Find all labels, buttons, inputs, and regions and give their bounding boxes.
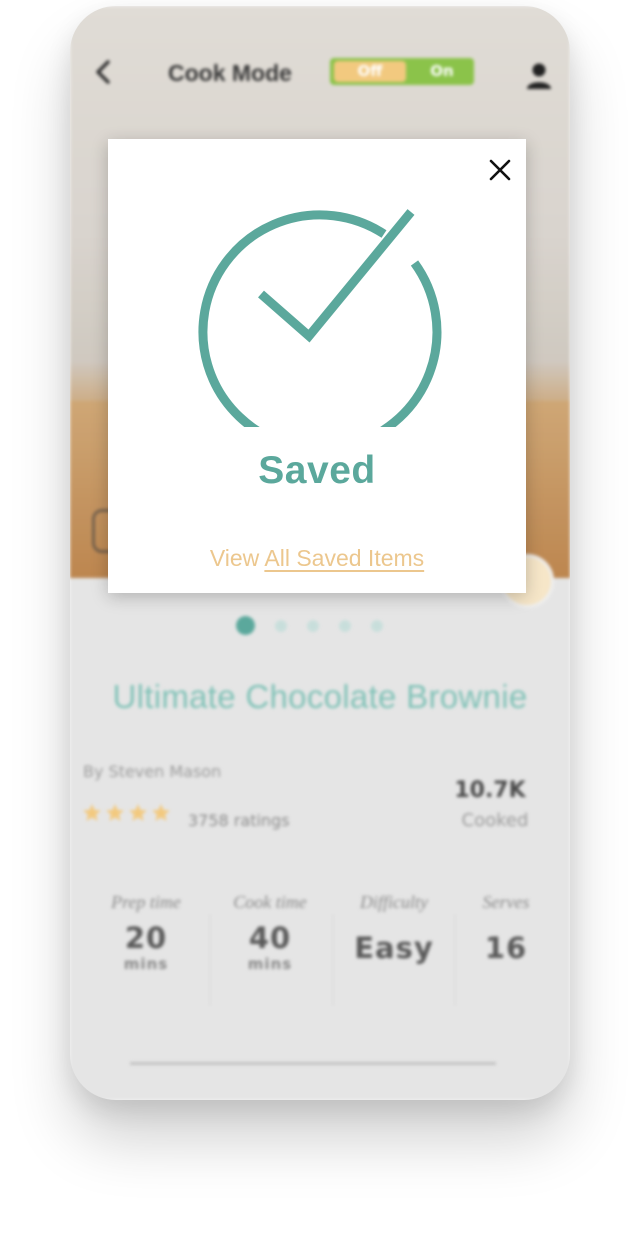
stat-cook-time: Cook time 40 mins <box>210 892 330 973</box>
star-icon <box>152 804 170 821</box>
home-indicator <box>130 1062 496 1065</box>
chevron-left-icon[interactable] <box>90 58 118 86</box>
cook-mode-toggle[interactable]: Off On <box>330 58 474 85</box>
cooked-count: 10.7K <box>454 778 526 803</box>
stat-label: Difficulty <box>360 892 428 912</box>
stat-label: Serves <box>482 892 530 912</box>
stat-unit: mins <box>123 955 169 973</box>
pager-dot[interactable] <box>307 620 319 632</box>
ratings-count[interactable]: 3758 ratings <box>188 811 290 830</box>
pager-dot[interactable] <box>236 616 255 635</box>
recipe-title: Ultimate Chocolate Brownie <box>112 678 528 715</box>
recipe-stats: Prep time 20 mins Cook time 40 mins Diff… <box>82 892 562 1006</box>
rating-stars <box>83 804 170 821</box>
check-circle-icon <box>198 209 442 427</box>
stat-value: Easy <box>354 931 434 965</box>
stat-serves: Serves 16 <box>446 892 566 965</box>
cooked-label: Cooked <box>461 810 529 831</box>
view-all-saved-link[interactable]: All Saved Items <box>264 545 424 571</box>
close-icon[interactable] <box>486 156 514 184</box>
star-icon <box>83 804 101 821</box>
pager-dot[interactable] <box>275 620 287 632</box>
view-saved-line: View All Saved Items <box>108 545 526 572</box>
stat-prep-time: Prep time 20 mins <box>86 892 206 973</box>
pager-dot[interactable] <box>339 620 351 632</box>
stat-label: Prep time <box>111 892 181 912</box>
image-pager <box>70 615 570 635</box>
star-icon <box>129 804 147 821</box>
cook-mode-label: Cook Mode <box>168 60 292 86</box>
toggle-on-option[interactable]: On <box>414 61 470 82</box>
stat-difficulty: Difficulty Easy <box>334 892 454 965</box>
star-icon <box>106 804 124 821</box>
view-saved-prefix: View <box>209 545 260 571</box>
toggle-off-option[interactable]: Off <box>334 61 406 82</box>
stat-value: 40 <box>248 921 292 955</box>
stat-unit: mins <box>247 955 293 973</box>
stat-value: 20 <box>124 921 168 955</box>
recipe-author[interactable]: By Steven Mason <box>83 762 221 781</box>
saved-dialog: Saved View All Saved Items <box>108 139 526 593</box>
stat-value: 16 <box>484 931 528 965</box>
stat-label: Cook time <box>233 892 307 912</box>
user-icon[interactable] <box>526 62 552 90</box>
saved-title: Saved <box>258 449 376 492</box>
pager-dot[interactable] <box>371 620 383 632</box>
top-bar: Cook Mode Off On <box>70 52 570 96</box>
